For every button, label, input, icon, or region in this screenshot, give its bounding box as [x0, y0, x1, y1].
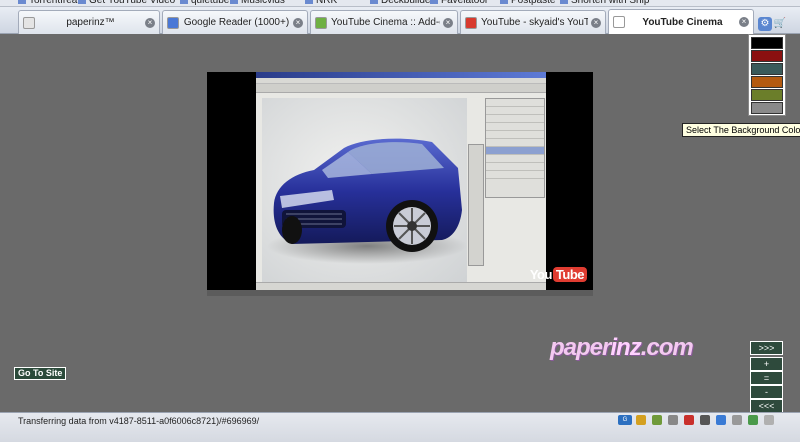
tab-google-reader[interactable]: Google Reader (1000+) ×: [162, 10, 308, 34]
video-controls-bar[interactable]: [207, 290, 593, 296]
tab-title: Google Reader (1000+): [183, 17, 290, 28]
tray-icon[interactable]: [700, 415, 710, 425]
bookmark-label: Favelatool ™: [441, 0, 500, 6]
close-tab-icon[interactable]: ×: [443, 17, 453, 28]
tab-paperinz[interactable]: paperinz™ ×: [18, 10, 160, 34]
bookmark-favicon-icon: [370, 0, 378, 4]
settings-icon[interactable]: ⚙: [758, 17, 772, 31]
palette-tooltip: Select The Background Color: [682, 123, 800, 137]
bookmark-favicon-icon: [560, 0, 568, 4]
bookmark-item[interactable]: quietube: [180, 0, 229, 6]
zoom-out-button[interactable]: -: [750, 385, 783, 399]
download-icon[interactable]: [668, 415, 678, 425]
bookmark-item[interactable]: Postpaste ™: [500, 0, 568, 6]
color-swatch[interactable]: [751, 63, 783, 75]
puzzle-piece-icon: [315, 16, 327, 29]
background-color-palette: [748, 34, 786, 116]
video-player[interactable]: You Tube: [207, 72, 593, 290]
bookmark-favicon-icon: [305, 0, 313, 4]
car-illustration: [267, 138, 467, 264]
cart-icon[interactable]: 🛒: [773, 17, 787, 31]
layers-panel: [485, 98, 545, 198]
bookmark-favicon-icon: [78, 0, 86, 4]
status-bar: Transferring data from v4187-8511-a0f600…: [0, 412, 800, 442]
bookmark-label: quietube: [191, 0, 230, 6]
bookmark-label: Shorten with Snip: [571, 0, 650, 6]
tab-title: YouTube Cinema :: Add-ons for Fir...: [331, 17, 440, 28]
close-tab-icon[interactable]: ×: [293, 17, 303, 28]
tab-title: YouTube Cinema: [642, 16, 723, 28]
blank-page-icon: [613, 16, 625, 28]
page-favicon-icon: [23, 16, 35, 29]
youtube-logo: You Tube: [530, 267, 587, 282]
bookmark-label: Get YouTube Video: [89, 0, 176, 6]
reset-size-button[interactable]: =: [750, 371, 783, 385]
tray-icon[interactable]: [716, 415, 726, 425]
greasemonkey-icon[interactable]: [652, 415, 662, 425]
logo-part: paper: [550, 334, 611, 361]
adblock-icon[interactable]: [684, 415, 694, 425]
close-tab-icon[interactable]: ×: [739, 17, 749, 27]
paperinz-logo[interactable]: paperinz.com: [550, 334, 694, 362]
color-swatch[interactable]: [751, 89, 783, 101]
tools-palette: [468, 144, 484, 266]
zoom-in-button[interactable]: +: [750, 357, 783, 371]
go-to-site-button[interactable]: Go To Site: [14, 367, 67, 380]
youtube-icon: [465, 16, 477, 29]
logo-part: inz: [610, 334, 641, 361]
tray-icon[interactable]: [748, 415, 758, 425]
bookmarks-toolbar: Torrentfreak™ Get YouTube Video quietube Mu…: [0, 0, 800, 7]
tab-title: paperinz™: [66, 17, 115, 28]
tab-youtube-skyaid[interactable]: YouTube - skyaid's YouTube ×: [460, 10, 606, 34]
close-tab-icon[interactable]: ×: [145, 17, 155, 28]
bookmark-label: Musicvids™: [241, 0, 295, 6]
bookmark-favicon-icon: [230, 0, 238, 4]
status-text: Transferring data from v4187-8511-a0f600…: [18, 416, 260, 426]
addon-tray-icon[interactable]: G: [618, 415, 632, 425]
color-swatch[interactable]: [751, 37, 783, 49]
bookmark-item[interactable]: Favelatool ™: [430, 0, 500, 6]
video-frame: [256, 72, 546, 290]
tab-youtube-cinema[interactable]: YouTube Cinema ×: [608, 9, 754, 34]
logo-you: You: [529, 267, 553, 282]
bookmark-item[interactable]: Shorten with Snip: [560, 0, 649, 6]
frame-statusbar: [256, 282, 546, 290]
tray-icon[interactable]: [764, 415, 774, 425]
bookmark-item[interactable]: NRK: [305, 0, 337, 6]
tray-icon[interactable]: [732, 415, 742, 425]
previous-button[interactable]: <<<: [750, 399, 783, 413]
bookmark-favicon-icon: [500, 0, 508, 4]
bookmark-item[interactable]: Get YouTube Video: [78, 0, 175, 6]
color-swatch[interactable]: [751, 76, 783, 88]
logo-part: .com: [640, 334, 694, 361]
next-button[interactable]: >>>: [750, 341, 783, 355]
tab-youtube-cinema-addons[interactable]: YouTube Cinema :: Add-ons for Fir... ×: [310, 10, 458, 34]
frame-options-bar: [256, 84, 546, 93]
color-swatch[interactable]: [751, 102, 783, 114]
close-tab-icon[interactable]: ×: [591, 17, 601, 28]
google-reader-icon: [167, 16, 179, 29]
car-image: [262, 98, 467, 284]
color-swatch[interactable]: [751, 50, 783, 62]
bookmark-label: NRK: [316, 0, 338, 6]
bookmark-favicon-icon: [180, 0, 188, 4]
bookmark-favicon-icon: [18, 0, 26, 4]
rss-icon[interactable]: [636, 415, 646, 425]
tab-strip: paperinz™ × Google Reader (1000+) × YouT…: [0, 7, 800, 34]
tab-title: YouTube - skyaid's YouTube: [481, 17, 588, 28]
logo-tube: Tube: [552, 267, 587, 282]
bookmark-favicon-icon: [430, 0, 438, 4]
bookmark-item[interactable]: Musicvids™: [230, 0, 295, 6]
